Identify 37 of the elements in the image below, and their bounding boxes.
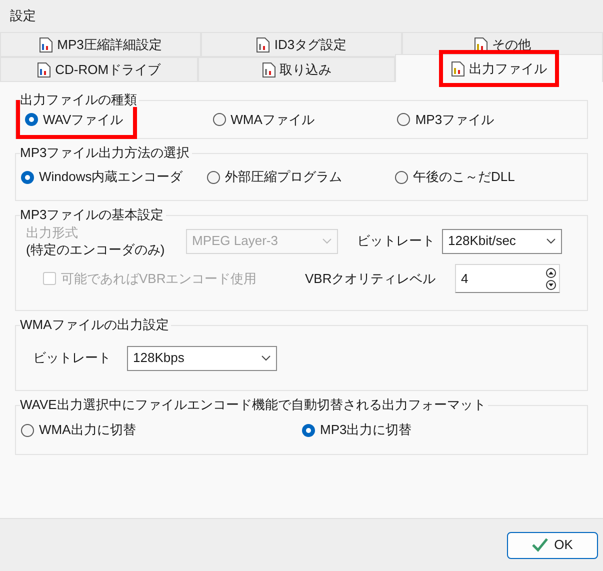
group-title: WAVE出力選択中にファイルエンコード機能で自動切替される出力フォーマット [20, 397, 488, 412]
document-icon [256, 36, 270, 52]
document-icon [451, 60, 466, 76]
chevron-down-icon [261, 355, 271, 361]
spin-arrows-icon [546, 268, 556, 290]
tab[interactable]: ID3タグ設定 [201, 32, 402, 57]
radio-button[interactable]: 午後のこ～だDLL [395, 167, 515, 187]
radio-button[interactable]: WMA出力に切替 [21, 420, 136, 440]
radio-button[interactable]: MP3ファイル [397, 110, 494, 130]
field-note: (特定のエンコーダのみ) [26, 241, 166, 258]
radio-button[interactable]: MP3出力に切替 [302, 420, 412, 440]
group-title: MP3ファイルの基本設定 [20, 207, 166, 222]
tab[interactable]: CD-ROMドライブ [0, 57, 198, 82]
window-title: 設定 [10, 7, 36, 26]
field-label: 出力形式 [26, 224, 79, 241]
radio-button[interactable]: WMAファイル [212, 110, 314, 130]
chevron-down-icon [322, 238, 332, 244]
checkmark-icon [532, 538, 548, 552]
document-icon [37, 62, 52, 78]
tab[interactable]: MP3圧縮詳細設定 [0, 32, 201, 57]
field-label: VBRクオリティレベル [305, 270, 437, 288]
group-title: MP3ファイル出力方法の選択 [20, 145, 192, 160]
tab[interactable]: 取り込み [198, 57, 396, 82]
document-icon [39, 36, 54, 52]
field-label: ビットレート [33, 349, 112, 368]
dropdown[interactable]: 128Kbps [127, 346, 277, 370]
document-icon [474, 36, 488, 52]
chevron-down-icon [546, 238, 556, 244]
radio-button[interactable]: Windows内蔵エンコーダ [21, 167, 183, 187]
ok-button[interactable]: OK [507, 532, 598, 558]
radio-button[interactable]: 外部圧縮プログラム [207, 167, 342, 187]
group-title: WMAファイルの出力設定 [20, 317, 171, 332]
spin-box[interactable]: 4 [455, 264, 560, 293]
dropdown[interactable]: 128Kbit/sec [442, 228, 562, 254]
group-title: 出力ファイルの種類 [20, 92, 139, 107]
field-label: ビットレート [357, 232, 436, 250]
document-icon [262, 62, 276, 78]
